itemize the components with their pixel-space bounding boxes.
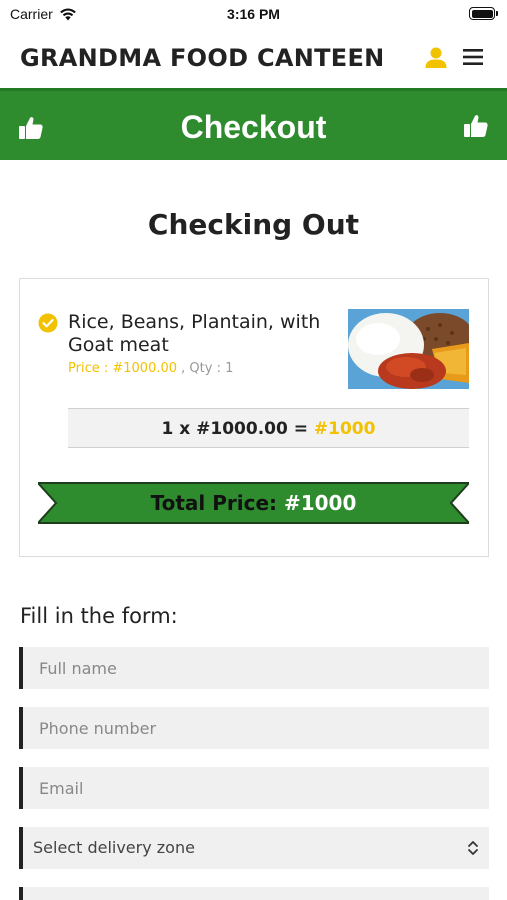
delivery-zone-value: Select delivery zone [33, 838, 195, 857]
phone-field-wrapper [19, 707, 489, 749]
checkout-banner: Checkout [0, 88, 507, 160]
total-label: Total Price: [150, 491, 284, 515]
battery-icon [469, 7, 498, 20]
full-name-input[interactable] [23, 647, 489, 689]
app-header: GRANDMA FOOD CANTEEN [0, 28, 507, 88]
item-meta: Price : #1000.00 , Qty : 1 [68, 361, 233, 376]
total-amount: #1000 [283, 491, 357, 515]
total-price-text: Total Price: #1000 [38, 482, 469, 524]
check-circle-icon [38, 313, 58, 333]
item-name: Rice, Beans, Plantain, with Goat meat [68, 311, 321, 356]
status-bar: Carrier 3:16 PM [0, 0, 507, 28]
order-summary-card: Rice, Beans, Plantain, with Goat meat Pr… [19, 278, 489, 557]
select-arrows-icon [468, 841, 478, 855]
email-field-wrapper [19, 767, 489, 809]
next-field-wrapper [19, 887, 489, 900]
price-calculation: 1 x #1000.00 = #1000 [68, 408, 469, 448]
menu-icon[interactable] [462, 48, 484, 66]
status-time: 3:16 PM [227, 6, 280, 22]
form-label: Fill in the form: [20, 604, 178, 628]
item-qty: , Qty : 1 [181, 361, 234, 376]
calc-expression: 1 x #1000.00 = [161, 419, 314, 439]
food-image [348, 309, 469, 389]
brand-title[interactable]: GRANDMA FOOD CANTEEN [20, 44, 385, 72]
page-title: Checking Out [147, 208, 360, 241]
calc-total: #1000 [313, 419, 376, 439]
item-price: Price : #1000.00 [68, 361, 178, 376]
full-name-field-wrapper [19, 647, 489, 689]
thumbs-up-icon [464, 115, 488, 137]
checkout-title: Checkout [180, 109, 327, 145]
phone-input[interactable] [23, 707, 489, 749]
total-price-ribbon: Total Price: #1000 [38, 482, 469, 524]
email-input[interactable] [23, 767, 489, 809]
delivery-zone-select[interactable]: Select delivery zone [19, 827, 489, 869]
user-icon[interactable] [424, 45, 448, 69]
